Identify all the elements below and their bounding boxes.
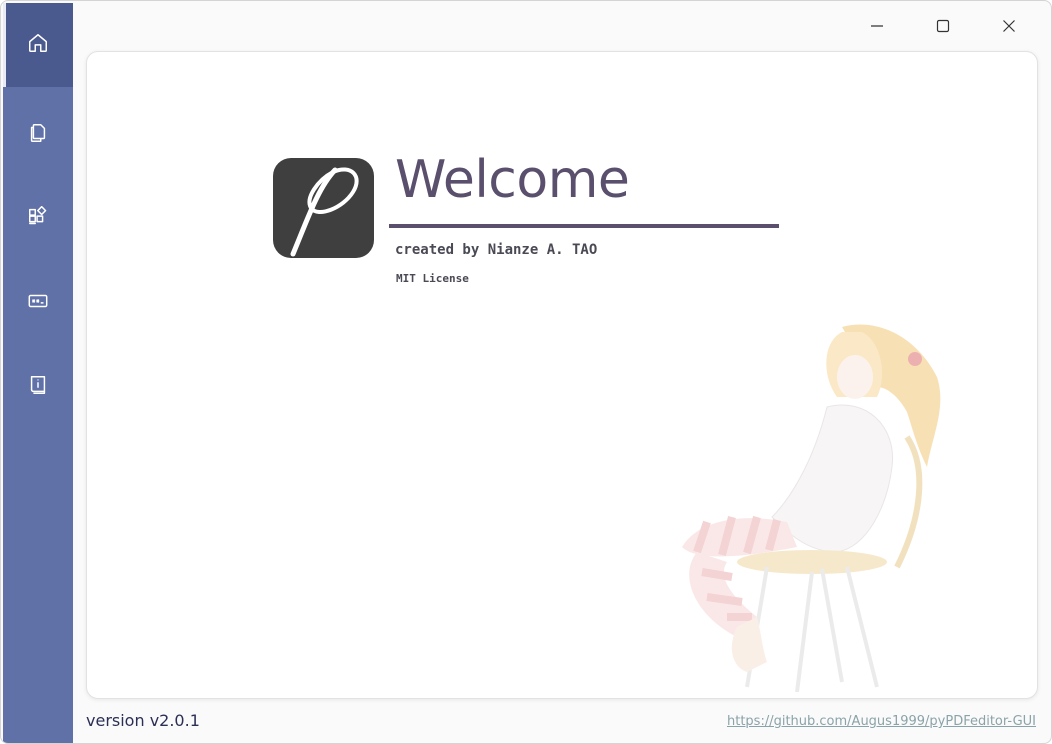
minimize-icon (870, 18, 884, 37)
title-underline (389, 224, 779, 228)
sidebar-item-apps[interactable] (3, 177, 73, 261)
author-text: created by Nianze A. TAO (395, 242, 598, 258)
app-window: Welcome created by Nianze A. TAO MIT Lic… (0, 0, 1052, 744)
home-icon (27, 32, 49, 58)
character-illustration (682, 324, 941, 692)
apps-icon (27, 205, 49, 232)
maximize-icon (936, 18, 950, 37)
welcome-card: Welcome created by Nianze A. TAO MIT Lic… (86, 51, 1038, 699)
version-label: version v2.0.1 (86, 711, 200, 730)
sidebar-item-documents[interactable] (3, 93, 73, 177)
app-logo-icon (273, 158, 374, 258)
document-icon (27, 122, 49, 148)
terminal-icon (27, 290, 49, 316)
sidebar-item-terminal[interactable] (3, 261, 73, 345)
close-button[interactable] (986, 9, 1032, 45)
maximize-button[interactable] (920, 9, 966, 45)
welcome-title: Welcome (395, 150, 630, 210)
info-icon (27, 374, 49, 400)
repository-link[interactable]: https://github.com/Augus1999/pyPDFeditor… (727, 714, 1036, 729)
sidebar (3, 3, 73, 743)
sidebar-item-home[interactable] (3, 3, 73, 87)
sidebar-item-about[interactable] (3, 345, 73, 429)
close-icon (1002, 18, 1016, 37)
minimize-button[interactable] (854, 9, 900, 45)
license-text: MIT License (396, 272, 469, 285)
